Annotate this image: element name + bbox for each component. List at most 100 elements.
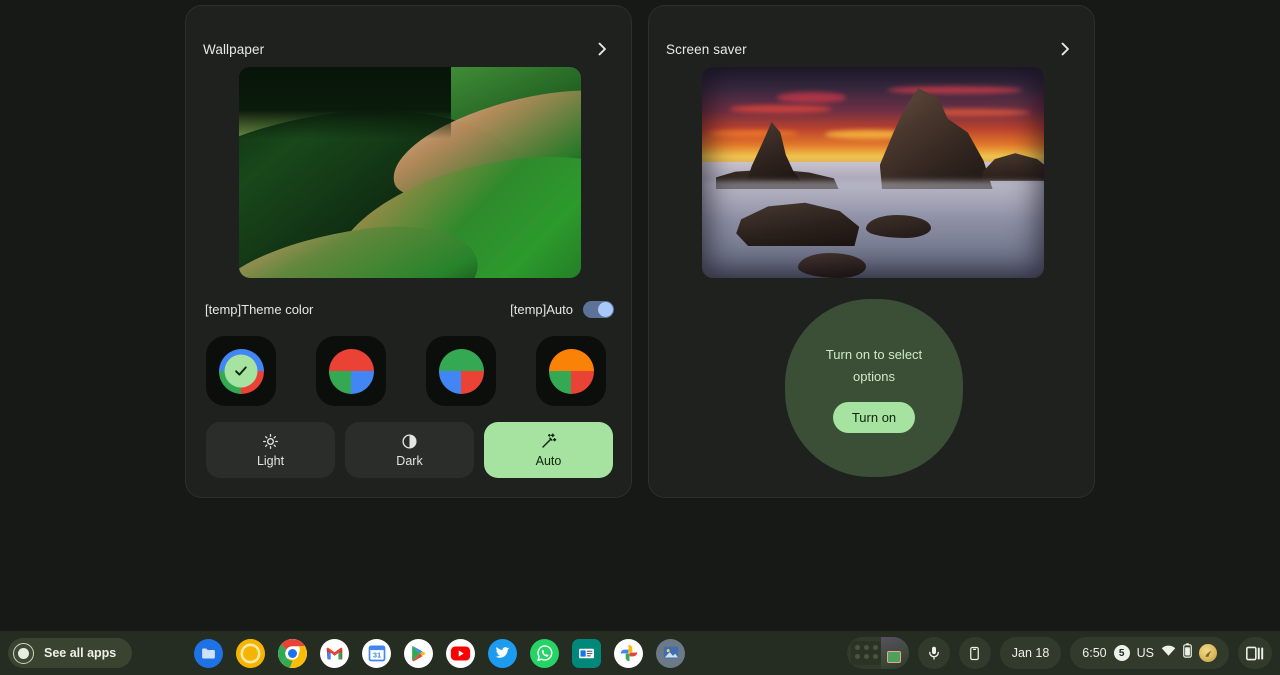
- wallpaper-image: [239, 67, 581, 278]
- date-tray-button[interactable]: Jan 18: [999, 637, 1062, 669]
- badge-scallop: [830, 441, 861, 472]
- color-swatch-2[interactable]: [426, 336, 496, 406]
- desktop-background: Wallpaper [temp]Theme color [temp]Auto L…: [0, 0, 1280, 631]
- shelf-app-chrome-canary[interactable]: [236, 638, 266, 668]
- shelf-app-list: 31: [194, 638, 686, 668]
- launcher-circle-icon: [13, 642, 34, 664]
- mode-button-light[interactable]: Light: [206, 422, 335, 478]
- google-news-icon: [579, 648, 595, 658]
- screen-saver-card: Screen saver Turn on to select options T…: [648, 5, 1095, 498]
- swatch-bottom-right-color: [351, 371, 374, 394]
- swatch-top-color: [328, 348, 374, 371]
- mode-label: Light: [256, 453, 285, 468]
- shelf-app-calendar[interactable]: 31: [362, 638, 392, 668]
- swatch-bottom-left-color: [438, 371, 461, 394]
- avatar-icon: [1199, 644, 1217, 662]
- shelf-app-youtube[interactable]: [446, 638, 476, 668]
- sun-icon: [262, 433, 279, 450]
- shelf-app-chrome[interactable]: [278, 638, 308, 668]
- notification-count-badge: 5: [1113, 645, 1130, 661]
- badge-scallop: [887, 304, 918, 335]
- color-swatch-1[interactable]: [316, 336, 386, 406]
- play-store-icon: [412, 645, 426, 661]
- swatch-selected-check: [224, 354, 258, 388]
- swatch-top-color: [548, 348, 594, 371]
- wifi-icon: [1161, 644, 1176, 662]
- chevron-right-icon[interactable]: [593, 40, 611, 58]
- calendar-day: 31: [373, 651, 381, 660]
- desk-thumbnail-right: [880, 637, 909, 669]
- theme-color-row: [temp]Theme color [temp]Auto: [205, 294, 614, 324]
- color-swatch-circle: [548, 348, 594, 394]
- theme-color-label: [temp]Theme color: [205, 301, 314, 317]
- screen-saver-preview[interactable]: [702, 67, 1044, 278]
- files-icon: [202, 648, 216, 658]
- keyboard-layout-label: US: [1136, 646, 1154, 660]
- wallpaper-card-header[interactable]: Wallpaper: [186, 28, 631, 70]
- split-view-icon: [1246, 646, 1264, 660]
- badge-scallop: [933, 373, 963, 403]
- badge-scallop: [859, 299, 889, 329]
- screen-saver-image: [702, 67, 1044, 278]
- shelf-app-twitter[interactable]: [488, 638, 518, 668]
- swatch-bottom-left-color: [548, 371, 571, 394]
- screen-saver-badge-text: Turn on to select options: [825, 346, 923, 384]
- magic-wand-icon: [540, 432, 558, 450]
- screen-saver-card-header[interactable]: Screen saver: [649, 28, 1094, 70]
- google-photos-icon: [620, 644, 638, 662]
- mode-button-auto[interactable]: Auto: [484, 422, 613, 478]
- badge-scallop: [859, 447, 889, 477]
- shelf-app-files[interactable]: [194, 638, 224, 668]
- phone-hub-button[interactable]: [958, 637, 991, 669]
- see-all-apps-label: See all apps: [44, 646, 117, 660]
- color-mode-buttons: Light Dark Auto: [206, 422, 613, 478]
- swatch-bottom-right-color: [461, 371, 484, 394]
- screen-saver-off-badge: Turn on to select options Turn on: [785, 299, 963, 477]
- wallpaper-card: Wallpaper [temp]Theme color [temp]Auto L…: [185, 5, 632, 498]
- desk-preview-button[interactable]: [846, 637, 909, 669]
- badge-scallop: [785, 373, 815, 403]
- color-swatch-3[interactable]: [536, 336, 606, 406]
- shelf-status-area: Jan 18 6:50 5 US: [846, 637, 1280, 669]
- shelf-app-play-store[interactable]: [404, 638, 434, 668]
- swatch-top-color: [438, 348, 484, 371]
- see-all-apps-button[interactable]: See all apps: [8, 638, 133, 668]
- shelf-app-google-photos[interactable]: [614, 638, 644, 668]
- color-swatch-0[interactable]: [206, 336, 276, 406]
- chrome-canary-icon: [236, 638, 266, 668]
- system-tray-button[interactable]: 6:50 5 US: [1070, 637, 1229, 669]
- twitter-icon: [495, 646, 510, 658]
- color-swatch-circle: [328, 348, 374, 394]
- auto-theme-toggle[interactable]: [583, 300, 614, 318]
- shelf-app-gmail[interactable]: [320, 638, 350, 668]
- shelf-app-whatsapp[interactable]: [530, 638, 560, 668]
- mode-label: Auto: [535, 454, 562, 468]
- wallpaper-preview[interactable]: [239, 67, 581, 278]
- calendar-icon: 31: [368, 645, 386, 662]
- chevron-right-icon[interactable]: [1056, 40, 1074, 58]
- date-label: Jan 18: [1011, 646, 1050, 660]
- dictation-button[interactable]: [917, 637, 950, 669]
- clock-label: 6:50: [1082, 646, 1107, 660]
- split-view-button[interactable]: [1238, 637, 1272, 669]
- swatch-bottom-left-color: [328, 371, 351, 394]
- swatch-bottom-right-color: [571, 371, 594, 394]
- battery-icon: [1183, 643, 1192, 663]
- microphone-icon: [928, 646, 939, 660]
- gallery-icon: [663, 646, 678, 659]
- shelf: See all apps 31 Jan 18 6:50 5 US: [0, 631, 1280, 675]
- turn-on-button[interactable]: Turn on: [832, 401, 916, 433]
- desk-thumbnail-left: [850, 641, 881, 665]
- shelf-app-google-news[interactable]: [572, 638, 602, 668]
- phone-icon: [970, 646, 980, 660]
- contrast-icon: [401, 433, 418, 450]
- gmail-icon: [326, 647, 343, 659]
- whatsapp-icon: [536, 645, 553, 662]
- auto-theme-label: [temp]Auto: [510, 301, 573, 317]
- chrome-icon: [278, 638, 308, 668]
- wallpaper-title: Wallpaper: [203, 41, 265, 57]
- mode-label: Dark: [396, 453, 423, 468]
- mode-button-dark[interactable]: Dark: [345, 422, 474, 478]
- shelf-app-gallery[interactable]: [656, 638, 686, 668]
- screen-saver-title: Screen saver: [666, 41, 747, 57]
